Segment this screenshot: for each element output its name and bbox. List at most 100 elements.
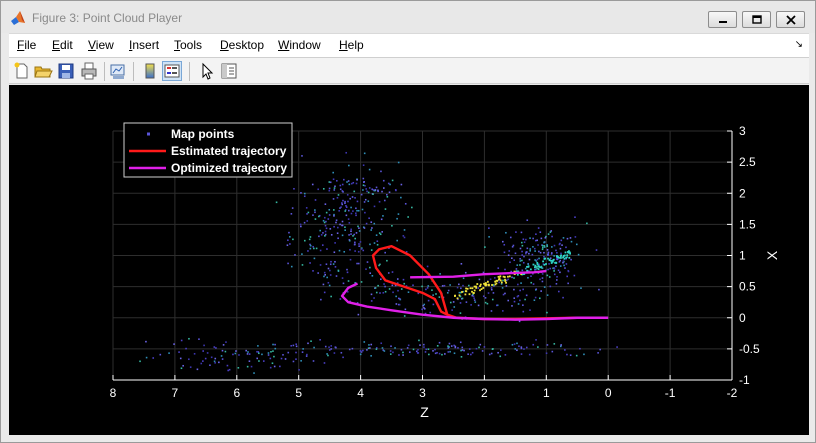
map-point bbox=[488, 353, 491, 356]
legend-button[interactable] bbox=[162, 61, 182, 81]
map-point bbox=[397, 213, 400, 215]
map-point bbox=[324, 203, 327, 205]
map-point bbox=[213, 360, 216, 363]
menu-insert[interactable]: Insert bbox=[129, 38, 159, 52]
map-point bbox=[368, 344, 370, 346]
new-figure-button[interactable] bbox=[12, 61, 32, 81]
map-point bbox=[464, 293, 467, 296]
menu-view[interactable]: View bbox=[88, 38, 114, 52]
pointer-button[interactable] bbox=[197, 61, 217, 81]
figure-canvas[interactable]: 8 7 6 5 4 3 2 1 0 -1 -2 -1 -0.5 0 0.5 1 1.5 2 2.5 3 Z X Map po… bbox=[9, 85, 809, 435]
map-point bbox=[421, 308, 423, 311]
map-point bbox=[301, 155, 303, 157]
map-point bbox=[540, 237, 543, 240]
map-point bbox=[328, 346, 330, 349]
map-point bbox=[366, 349, 368, 351]
map-point bbox=[185, 347, 187, 350]
link-plot-icon bbox=[110, 64, 125, 79]
map-point bbox=[543, 245, 546, 247]
menu-edit[interactable]: Edit bbox=[52, 38, 73, 52]
map-point bbox=[565, 263, 568, 265]
link-plot-button[interactable] bbox=[108, 61, 128, 81]
map-point bbox=[368, 217, 370, 220]
map-point bbox=[344, 210, 347, 212]
map-point bbox=[538, 250, 540, 253]
map-point bbox=[550, 262, 553, 264]
map-point bbox=[577, 253, 580, 256]
map-point bbox=[545, 352, 548, 355]
map-point bbox=[527, 276, 529, 279]
map-point bbox=[402, 354, 404, 356]
map-point bbox=[322, 188, 325, 190]
map-point bbox=[429, 311, 432, 314]
map-point bbox=[314, 199, 317, 201]
map-point bbox=[497, 267, 500, 269]
close-button[interactable] bbox=[776, 11, 805, 28]
map-point bbox=[343, 178, 345, 181]
menu-tools[interactable]: Tools bbox=[174, 38, 202, 52]
map-point bbox=[396, 239, 398, 242]
map-point bbox=[396, 278, 399, 280]
map-point bbox=[326, 248, 328, 250]
map-point bbox=[362, 349, 364, 352]
x-tick-label: 3 bbox=[419, 386, 426, 400]
print-icon bbox=[81, 62, 97, 80]
map-point bbox=[341, 220, 344, 223]
map-point bbox=[456, 286, 459, 289]
map-point bbox=[309, 236, 312, 238]
map-point bbox=[333, 251, 336, 254]
map-point bbox=[490, 287, 493, 289]
map-point bbox=[353, 243, 356, 246]
map-point bbox=[329, 228, 332, 230]
map-point bbox=[377, 284, 379, 287]
map-point bbox=[546, 311, 548, 314]
menu-file[interactable]: File bbox=[17, 38, 36, 52]
map-point bbox=[228, 368, 231, 371]
save-button[interactable] bbox=[56, 61, 76, 81]
map-point bbox=[459, 312, 462, 314]
map-point bbox=[580, 287, 582, 289]
map-point bbox=[476, 283, 479, 285]
map-point bbox=[457, 347, 459, 349]
dock-arrow-icon[interactable]: ↘ bbox=[795, 39, 803, 50]
map-point bbox=[464, 271, 467, 274]
map-point bbox=[145, 356, 148, 359]
menu-window[interactable]: Window bbox=[278, 38, 321, 52]
map-point bbox=[267, 354, 270, 356]
property-inspector-button[interactable] bbox=[219, 61, 239, 81]
map-point bbox=[382, 292, 385, 294]
map-point bbox=[546, 274, 549, 277]
map-point bbox=[488, 236, 490, 238]
colorbar-button[interactable] bbox=[140, 61, 160, 81]
map-point bbox=[616, 346, 618, 348]
map-point bbox=[535, 233, 537, 236]
map-point bbox=[546, 249, 549, 251]
map-point bbox=[555, 249, 557, 252]
map-point bbox=[299, 223, 302, 226]
map-point bbox=[484, 297, 487, 299]
map-point bbox=[368, 187, 371, 189]
menu-help[interactable]: Help bbox=[339, 38, 364, 52]
point-cloud-plot[interactable]: 8 7 6 5 4 3 2 1 0 -1 -2-1-0.500.511.522.53ZXMap po… bbox=[9, 85, 809, 435]
map-point bbox=[314, 211, 316, 214]
map-point bbox=[293, 187, 295, 190]
map-point bbox=[327, 354, 329, 357]
map-point bbox=[427, 299, 430, 302]
map-point bbox=[395, 189, 397, 192]
map-point bbox=[491, 298, 494, 301]
map-point bbox=[403, 236, 406, 239]
title-bar[interactable]: Figure 3: Point Cloud Player bbox=[1, 1, 815, 33]
open-button[interactable] bbox=[33, 61, 53, 81]
map-point bbox=[518, 320, 521, 323]
map-point bbox=[294, 254, 296, 256]
minimize-button[interactable] bbox=[708, 11, 737, 28]
map-point bbox=[275, 201, 278, 204]
map-point bbox=[559, 265, 562, 267]
map-point bbox=[377, 190, 379, 193]
maximize-button[interactable] bbox=[742, 11, 771, 28]
map-point bbox=[478, 278, 481, 281]
menu-desktop[interactable]: Desktop bbox=[220, 38, 264, 52]
print-button[interactable] bbox=[79, 61, 99, 81]
map-point bbox=[221, 349, 224, 352]
map-point bbox=[507, 299, 510, 302]
